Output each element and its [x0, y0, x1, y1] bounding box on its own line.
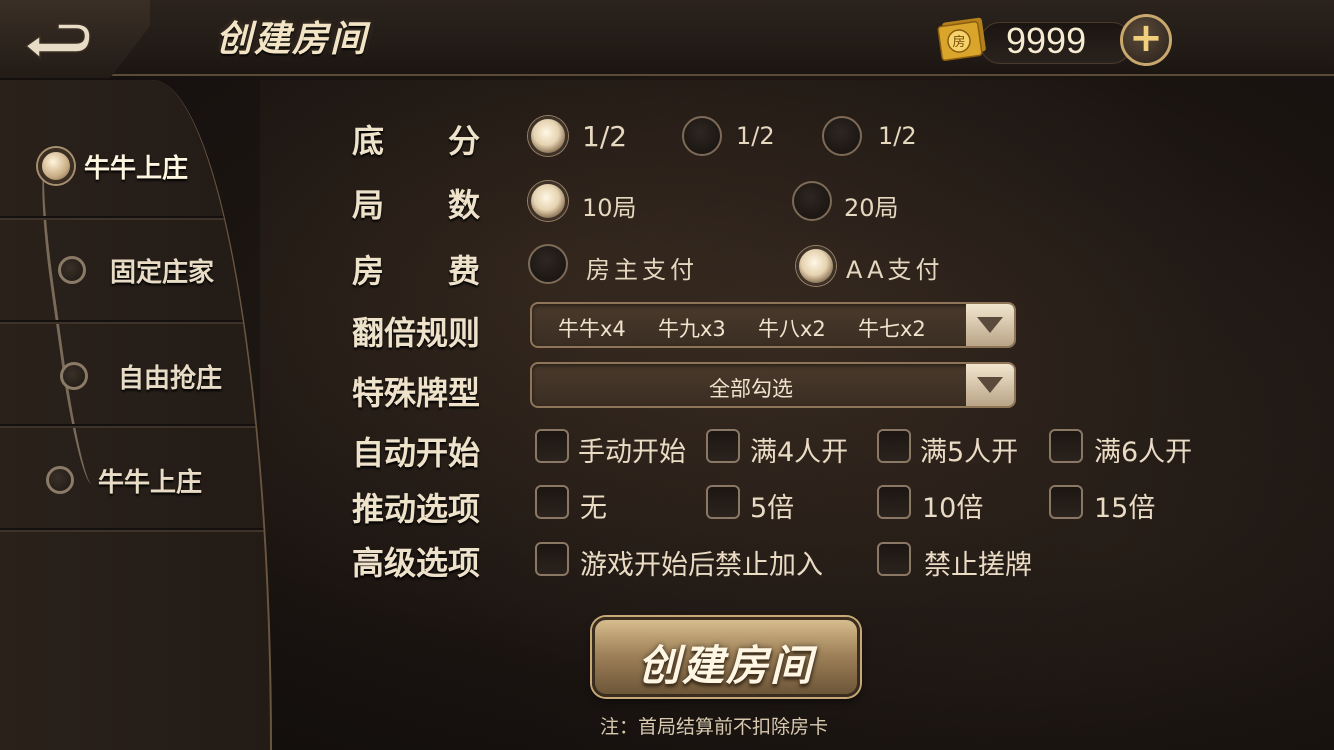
rounds-option-10: 10局 — [582, 194, 637, 222]
multiplier-rule-3: 牛八x2 — [758, 317, 826, 341]
sidebar-item-label: 固定庄家 — [110, 258, 215, 288]
auto-start-option-manual: 手动开始 — [578, 437, 686, 468]
base-score-radio-2[interactable] — [682, 116, 722, 156]
sidebar-dot — [46, 466, 74, 494]
sidebar-item-label: 牛牛上庄 — [98, 468, 203, 498]
back-button[interactable] — [18, 16, 98, 60]
push-option-15x: 15倍 — [1094, 493, 1156, 524]
rounds-radio-20[interactable] — [792, 181, 832, 221]
multiplier-rule-4: 牛七x2 — [858, 317, 926, 341]
auto-start-checkbox-5[interactable] — [877, 429, 911, 463]
room-fee-radio-aa[interactable] — [796, 246, 836, 286]
advanced-checkbox-no-join[interactable] — [535, 542, 569, 576]
auto-start-option-5: 满5人开 — [920, 437, 1019, 468]
special-hands-value: 全部勾选 — [709, 377, 793, 401]
push-option-5x: 5倍 — [750, 493, 795, 524]
create-room-button-label: 创建房间 — [637, 641, 814, 690]
room-card-note: 注：首局结算前不扣除房卡 — [600, 716, 829, 738]
balance-value: 9999 — [1006, 20, 1087, 61]
advanced-options-label: 高级选项 — [352, 544, 481, 582]
card-icon-text: 房 — [952, 34, 965, 50]
sidebar-dot — [60, 362, 88, 390]
sidebar-dot-active — [38, 148, 74, 184]
room-fee-option-owner: 房主支付 — [586, 256, 698, 284]
rounds-option-20: 20局 — [844, 194, 899, 222]
base-score-radio-3[interactable] — [822, 116, 862, 156]
create-room-button[interactable]: 创建房间 — [592, 617, 860, 697]
auto-start-checkbox-4[interactable] — [706, 429, 740, 463]
multiplier-rules-dropdown[interactable]: 牛牛x4 牛九x3 牛八x2 牛七x2 — [530, 302, 1016, 348]
room-fee-option-aa: AA支付 — [846, 256, 944, 284]
push-option-10x: 10倍 — [922, 493, 984, 524]
auto-start-checkbox-6[interactable] — [1049, 429, 1083, 463]
sidebar-item-label: 自由抢庄 — [118, 364, 223, 394]
multiplier-rule-1: 牛牛x4 — [558, 317, 626, 341]
base-score-label: 底 分 — [352, 122, 481, 160]
sidebar-item-label: 牛牛上庄 — [84, 154, 189, 184]
advanced-option-no-join: 游戏开始后禁止加入 — [580, 550, 823, 581]
multiplier-rules-label: 翻倍规则 — [352, 314, 481, 352]
base-score-option-1: 1/2 — [582, 120, 628, 153]
push-option-checkbox-10x[interactable] — [877, 485, 911, 519]
multiplier-rule-2: 牛九x3 — [658, 317, 726, 341]
chevron-down-icon[interactable] — [966, 364, 1014, 406]
base-score-option-3: 1/2 — [878, 122, 917, 150]
back-arrow-icon — [24, 23, 91, 60]
mode-sidebar: 牛牛上庄 固定庄家 自由抢庄 牛牛上庄 — [0, 80, 272, 750]
push-options-label: 推动选项 — [352, 490, 481, 528]
page-title: 创建房间 — [216, 18, 369, 60]
auto-start-option-4: 满4人开 — [750, 437, 849, 468]
room-card-balance: 房 9999 + — [930, 14, 1176, 68]
push-option-none: 无 — [580, 493, 607, 524]
chevron-down-icon[interactable] — [966, 304, 1014, 346]
special-hands-label: 特殊牌型 — [352, 374, 481, 412]
advanced-option-no-squeeze: 禁止搓牌 — [924, 550, 1032, 581]
sidebar-item-niuniu-banker-1[interactable]: 牛牛上庄 — [0, 112, 270, 220]
base-score-radio-1[interactable] — [528, 116, 568, 156]
room-fee-label: 房 费 — [352, 252, 481, 290]
rounds-label: 局 数 — [352, 186, 481, 224]
auto-start-label: 自动开始 — [352, 434, 481, 472]
push-option-checkbox-5x[interactable] — [706, 485, 740, 519]
base-score-option-2: 1/2 — [736, 122, 775, 150]
room-card-icon: 房 — [937, 17, 986, 61]
sidebar-item-fixed-banker[interactable]: 固定庄家 — [0, 216, 270, 324]
special-hands-dropdown[interactable]: 全部勾选 — [530, 362, 1016, 408]
sidebar-dot — [58, 256, 86, 284]
auto-start-checkbox-manual[interactable] — [535, 429, 569, 463]
room-fee-radio-owner[interactable] — [528, 244, 568, 284]
auto-start-option-6: 满6人开 — [1094, 437, 1193, 468]
rounds-radio-10[interactable] — [528, 181, 568, 221]
sidebar-item-niuniu-banker-2[interactable]: 牛牛上庄 — [0, 424, 270, 532]
push-option-checkbox-15x[interactable] — [1049, 485, 1083, 519]
add-balance-button[interactable]: + — [1120, 14, 1172, 66]
sidebar-item-free-grab[interactable]: 自由抢庄 — [0, 320, 270, 428]
push-option-checkbox-none[interactable] — [535, 485, 569, 519]
advanced-checkbox-no-squeeze[interactable] — [877, 542, 911, 576]
